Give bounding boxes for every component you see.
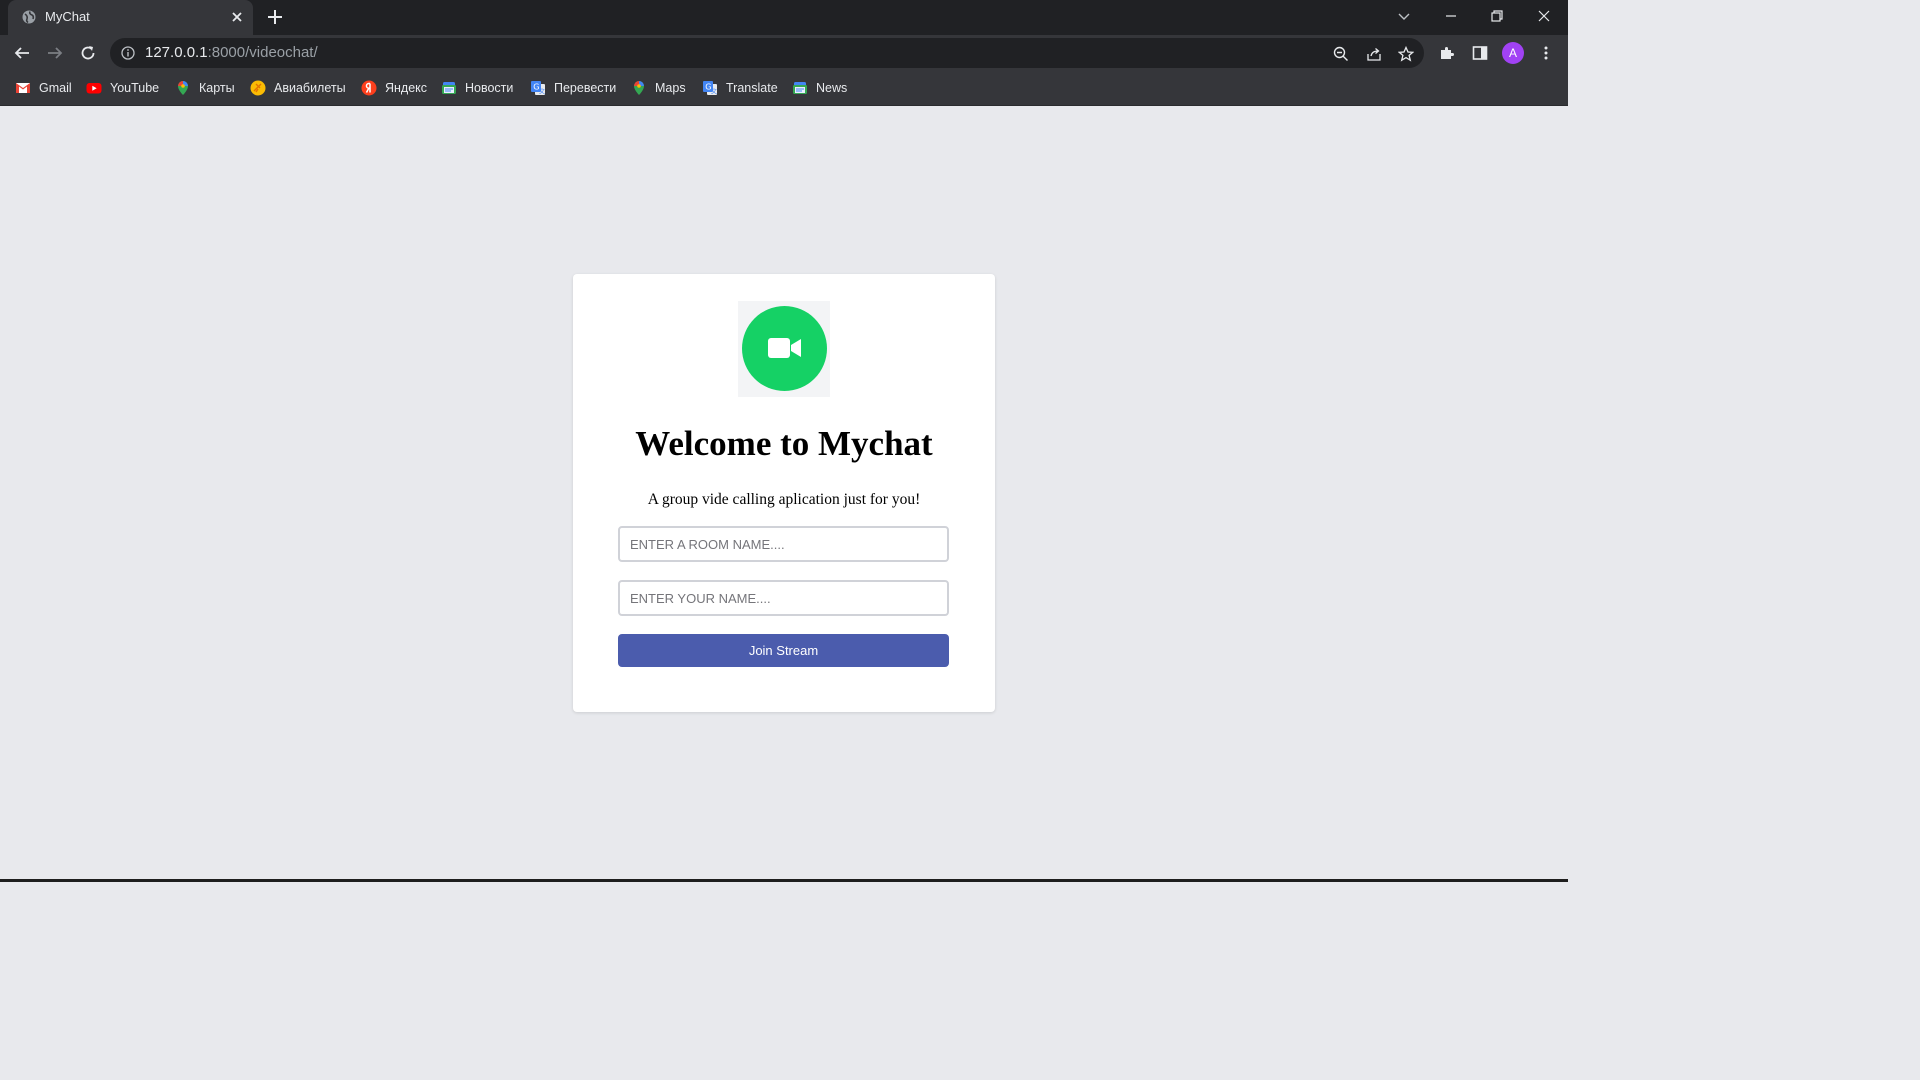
bookmark-label: YouTube xyxy=(110,81,160,95)
bookmark-label: Авиабилеты xyxy=(274,81,346,95)
close-tab-icon[interactable] xyxy=(230,10,244,24)
bookmark-yandex[interactable]: Яндекс xyxy=(361,78,427,98)
bookmark-news[interactable]: News xyxy=(792,78,847,98)
bookmark-novosti[interactable]: Новости xyxy=(441,78,513,98)
join-stream-button[interactable]: Join Stream xyxy=(618,634,949,667)
site-info-icon[interactable] xyxy=(121,46,135,60)
page-subtitle: A group vide calling aplication just for… xyxy=(647,491,921,508)
bottom-edge xyxy=(0,879,1568,882)
minimize-icon[interactable] xyxy=(1443,8,1459,24)
tab-title: MyChat xyxy=(45,9,90,24)
bookmark-youtube[interactable]: YouTube xyxy=(86,78,159,98)
url-path: :8000/videochat/ xyxy=(207,44,318,61)
join-card: Welcome to Mychat A group vide calling a… xyxy=(573,274,995,712)
globe-icon xyxy=(22,10,36,24)
svg-text:文: 文 xyxy=(711,88,717,96)
svg-text:文: 文 xyxy=(539,88,545,96)
logo xyxy=(738,301,830,397)
forward-icon[interactable] xyxy=(46,44,64,62)
restore-icon[interactable] xyxy=(1489,8,1505,24)
video-camera-icon xyxy=(768,338,801,358)
translate-icon: G 文 xyxy=(703,81,717,96)
reload-icon[interactable] xyxy=(79,44,97,62)
close-window-icon[interactable] xyxy=(1536,8,1552,24)
bookmark-aviabilety[interactable]: Авиабилеты xyxy=(250,78,346,98)
url-host: 127.0.0.1 xyxy=(145,44,208,61)
logo-circle xyxy=(742,306,827,391)
extensions-icon[interactable] xyxy=(1439,45,1455,61)
browser-toolbar: 127.0.0.1:8000/videochat/ A xyxy=(0,35,1568,71)
address-bar[interactable]: 127.0.0.1:8000/videochat/ xyxy=(110,38,1424,68)
bookmark-maps[interactable]: Maps xyxy=(631,78,686,98)
news-icon xyxy=(442,82,456,94)
gmail-icon xyxy=(16,83,30,93)
maps-pin-icon xyxy=(634,81,644,95)
share-icon[interactable] xyxy=(1366,46,1382,62)
news-icon xyxy=(793,82,807,94)
bookmark-label: Gmail xyxy=(39,81,72,95)
flights-icon xyxy=(250,80,266,96)
bookmark-label: News xyxy=(816,81,848,95)
yandex-icon xyxy=(361,80,377,96)
user-name-input[interactable] xyxy=(618,580,949,616)
maps-pin-icon xyxy=(178,81,188,95)
bookmark-label: Перевести xyxy=(554,81,617,95)
bookmark-label: Translate xyxy=(726,81,778,95)
side-panel-icon[interactable] xyxy=(1472,45,1488,61)
bookmark-translate[interactable]: G 文 Translate xyxy=(702,78,778,98)
bookmarks-bar: Gmail YouTube Карты Авиабилеты Яндекс Но… xyxy=(0,71,1568,106)
bookmark-gmail[interactable]: Gmail xyxy=(15,78,72,98)
tab-search-chevron-icon[interactable] xyxy=(1396,8,1412,24)
bookmark-label: Maps xyxy=(655,81,686,95)
zoom-icon[interactable] xyxy=(1333,46,1349,62)
bookmark-star-icon[interactable] xyxy=(1398,46,1414,62)
bookmark-karty[interactable]: Карты xyxy=(175,78,235,98)
menu-dots-icon[interactable] xyxy=(1538,45,1554,61)
bookmark-label: Карты xyxy=(199,81,235,95)
back-icon[interactable] xyxy=(13,44,31,62)
page-title: Welcome to Mychat xyxy=(635,424,933,463)
translate-icon: G 文 xyxy=(531,81,545,96)
bookmark-label: Яндекс xyxy=(385,81,428,95)
youtube-icon xyxy=(86,83,102,94)
url-text: 127.0.0.1:8000/videochat/ xyxy=(145,44,318,61)
room-name-input[interactable] xyxy=(618,526,949,562)
tab-strip: MyChat xyxy=(0,0,1568,35)
profile-avatar[interactable]: A xyxy=(1502,42,1524,64)
new-tab-icon[interactable] xyxy=(267,9,283,25)
browser-tab[interactable]: MyChat xyxy=(8,0,253,35)
bookmark-perevesti[interactable]: G 文 Перевести xyxy=(530,78,616,98)
bookmark-label: Новости xyxy=(465,81,514,95)
